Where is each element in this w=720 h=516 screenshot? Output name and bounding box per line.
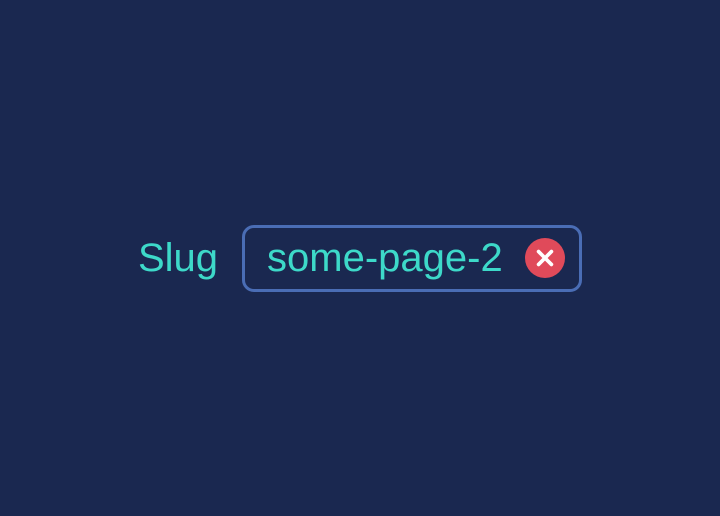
error-icon	[525, 238, 565, 278]
slug-label: Slug	[138, 236, 218, 281]
slug-input-wrapper[interactable]: some-page-2	[242, 225, 582, 292]
slug-input[interactable]: some-page-2	[267, 236, 517, 281]
slug-field-row: Slug some-page-2	[138, 225, 582, 292]
